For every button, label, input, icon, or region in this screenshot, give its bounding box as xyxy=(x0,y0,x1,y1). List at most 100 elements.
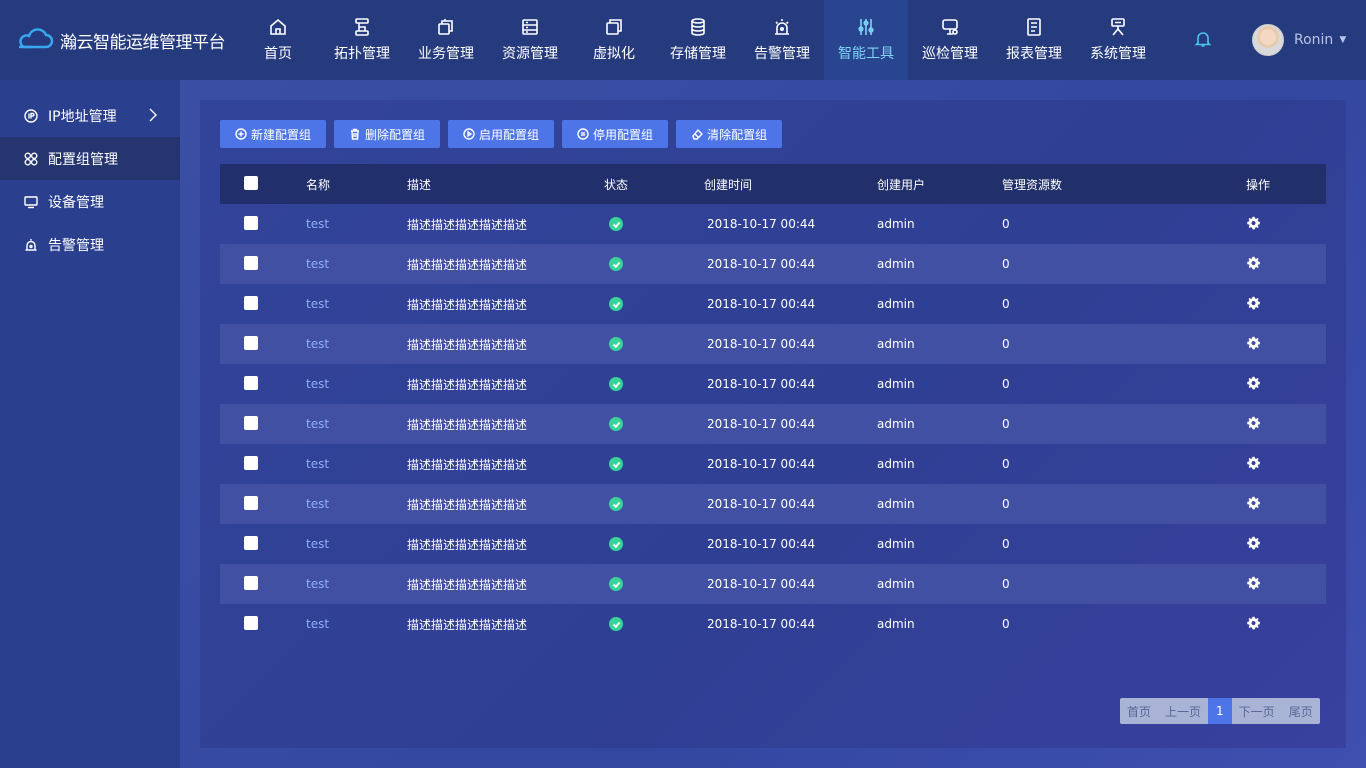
home-icon xyxy=(270,18,286,35)
nav-item-inspection[interactable]: 巡检管理 xyxy=(908,0,992,80)
row-checkbox[interactable] xyxy=(244,496,258,510)
gear-icon[interactable] xyxy=(1246,416,1261,431)
row-checkbox[interactable] xyxy=(244,416,258,430)
nav-item-system[interactable]: 系统管理 xyxy=(1076,0,1160,80)
disable-config-group-button[interactable]: 停用配置组 xyxy=(562,120,669,148)
sidebar: IP地址管理 配置组管理 设备管理 告警管理 xyxy=(0,80,180,768)
row-name-link[interactable]: test xyxy=(306,457,329,471)
nav-item-storage[interactable]: 存储管理 xyxy=(656,0,740,80)
row-checkbox[interactable] xyxy=(244,376,258,390)
new-config-group-button[interactable]: 新建配置组 xyxy=(220,120,327,148)
row-name-link[interactable]: test xyxy=(306,337,329,351)
row-checkbox[interactable] xyxy=(244,536,258,550)
header-user: 创建用户 xyxy=(877,177,926,192)
button-label: 启用配置组 xyxy=(479,127,540,142)
notification-bell[interactable] xyxy=(1194,30,1214,50)
topology-icon xyxy=(355,18,369,36)
row-user: admin xyxy=(877,337,915,351)
clear-config-group-button[interactable]: 清除配置组 xyxy=(676,120,783,148)
row-time: 2018-10-17 00:44 xyxy=(707,217,816,231)
row-time: 2018-10-17 00:44 xyxy=(707,457,816,471)
row-checkbox[interactable] xyxy=(244,336,258,350)
row-count: 0 xyxy=(1002,257,1010,271)
row-time: 2018-10-17 00:44 xyxy=(707,617,816,631)
row-time: 2018-10-17 00:44 xyxy=(707,417,816,431)
prev-page-button[interactable]: 上一页 xyxy=(1158,698,1208,724)
status-enabled-icon xyxy=(609,257,623,271)
row-desc: 描述描述描述描述描述 xyxy=(407,537,528,552)
row-checkbox[interactable] xyxy=(244,296,258,310)
row-count: 0 xyxy=(1002,417,1010,431)
sidebar-item-config-group[interactable]: 配置组管理 xyxy=(0,137,180,180)
gear-icon[interactable] xyxy=(1246,496,1261,511)
nav-item-report[interactable]: 报表管理 xyxy=(992,0,1076,80)
table-body: test 描述描述描述描述描述 2018-10-17 00:44 admin 0 test… xyxy=(220,204,1326,644)
gear-icon[interactable] xyxy=(1246,456,1261,471)
pagination: 首页 上一页 1 下一页 尾页 xyxy=(1120,698,1320,724)
nav-label: 系统管理 xyxy=(1090,46,1146,62)
nav-item-business[interactable]: 业务管理 xyxy=(404,0,488,80)
row-user: admin xyxy=(877,497,915,511)
row-name-link[interactable]: test xyxy=(306,617,329,631)
top-header: 瀚云智能运维管理平台 首页 拓扑管理 业务管理 资源管理 虚拟化 存储管理 告警… xyxy=(0,0,1366,80)
sidebar-item-device[interactable]: 设备管理 xyxy=(0,180,180,223)
current-page[interactable]: 1 xyxy=(1208,698,1232,724)
row-checkbox[interactable] xyxy=(244,576,258,590)
first-page-button[interactable]: 首页 xyxy=(1120,698,1158,724)
row-checkbox[interactable] xyxy=(244,616,258,630)
row-name-link[interactable]: test xyxy=(306,497,329,511)
row-count: 0 xyxy=(1002,377,1010,391)
gear-icon[interactable] xyxy=(1246,296,1261,311)
nav-item-virtualization[interactable]: 虚拟化 xyxy=(572,0,656,80)
row-checkbox[interactable] xyxy=(244,216,258,230)
user-menu[interactable]: Ronin ▼ xyxy=(1252,24,1346,56)
row-user: admin xyxy=(877,537,915,551)
gear-icon[interactable] xyxy=(1246,536,1261,551)
row-name-link[interactable]: test xyxy=(306,537,329,551)
table-row: test 描述描述描述描述描述 2018-10-17 00:44 admin 0 xyxy=(220,324,1326,364)
resource-icon xyxy=(522,19,538,35)
row-name-link[interactable]: test xyxy=(306,377,329,391)
alarm-icon xyxy=(25,238,37,251)
select-all-checkbox[interactable] xyxy=(244,176,258,190)
chevron-right-icon xyxy=(148,108,158,126)
row-name-link[interactable]: test xyxy=(306,297,329,311)
row-checkbox[interactable] xyxy=(244,256,258,270)
status-enabled-icon xyxy=(609,417,623,431)
gear-icon[interactable] xyxy=(1246,256,1261,271)
row-checkbox[interactable] xyxy=(244,456,258,470)
table-row: test 描述描述描述描述描述 2018-10-17 00:44 admin 0 xyxy=(220,204,1326,244)
last-page-button[interactable]: 尾页 xyxy=(1282,698,1320,724)
gear-icon[interactable] xyxy=(1246,576,1261,591)
row-desc: 描述描述描述描述描述 xyxy=(407,337,528,352)
row-name-link[interactable]: test xyxy=(306,417,329,431)
sidebar-item-alarm[interactable]: 告警管理 xyxy=(0,223,180,266)
header-count: 管理资源数 xyxy=(1002,177,1063,192)
nav-item-topology[interactable]: 拓扑管理 xyxy=(320,0,404,80)
gear-icon[interactable] xyxy=(1246,376,1261,391)
gear-icon[interactable] xyxy=(1246,336,1261,351)
row-name-link[interactable]: test xyxy=(306,217,329,231)
gear-icon[interactable] xyxy=(1246,216,1261,231)
tools-icon xyxy=(858,19,874,35)
row-user: admin xyxy=(877,617,915,631)
row-time: 2018-10-17 00:44 xyxy=(707,297,816,311)
gear-icon[interactable] xyxy=(1246,616,1261,631)
delete-config-group-button[interactable]: 删除配置组 xyxy=(334,120,441,148)
sidebar-item-ip[interactable]: IP地址管理 xyxy=(0,94,180,137)
row-count: 0 xyxy=(1002,297,1010,311)
nav-item-resource[interactable]: 资源管理 xyxy=(488,0,572,80)
status-enabled-icon xyxy=(609,297,623,311)
row-name-link[interactable]: test xyxy=(306,577,329,591)
config-group-table: 名称 描述 状态 创建时间 创建用户 管理资源数 操作 test 描述描述描述描述… xyxy=(220,164,1326,644)
nav-item-smart-tools[interactable]: 智能工具 xyxy=(824,0,908,80)
button-label: 停用配置组 xyxy=(593,127,654,142)
nav-item-alarm[interactable]: 告警管理 xyxy=(740,0,824,80)
nav-item-home[interactable]: 首页 xyxy=(236,0,320,80)
config-group-icon xyxy=(24,152,38,165)
next-page-button[interactable]: 下一页 xyxy=(1232,698,1282,724)
play-circle-icon xyxy=(463,128,475,140)
logo[interactable]: 瀚云智能运维管理平台 xyxy=(0,0,240,80)
row-name-link[interactable]: test xyxy=(306,257,329,271)
enable-config-group-button[interactable]: 启用配置组 xyxy=(448,120,555,148)
